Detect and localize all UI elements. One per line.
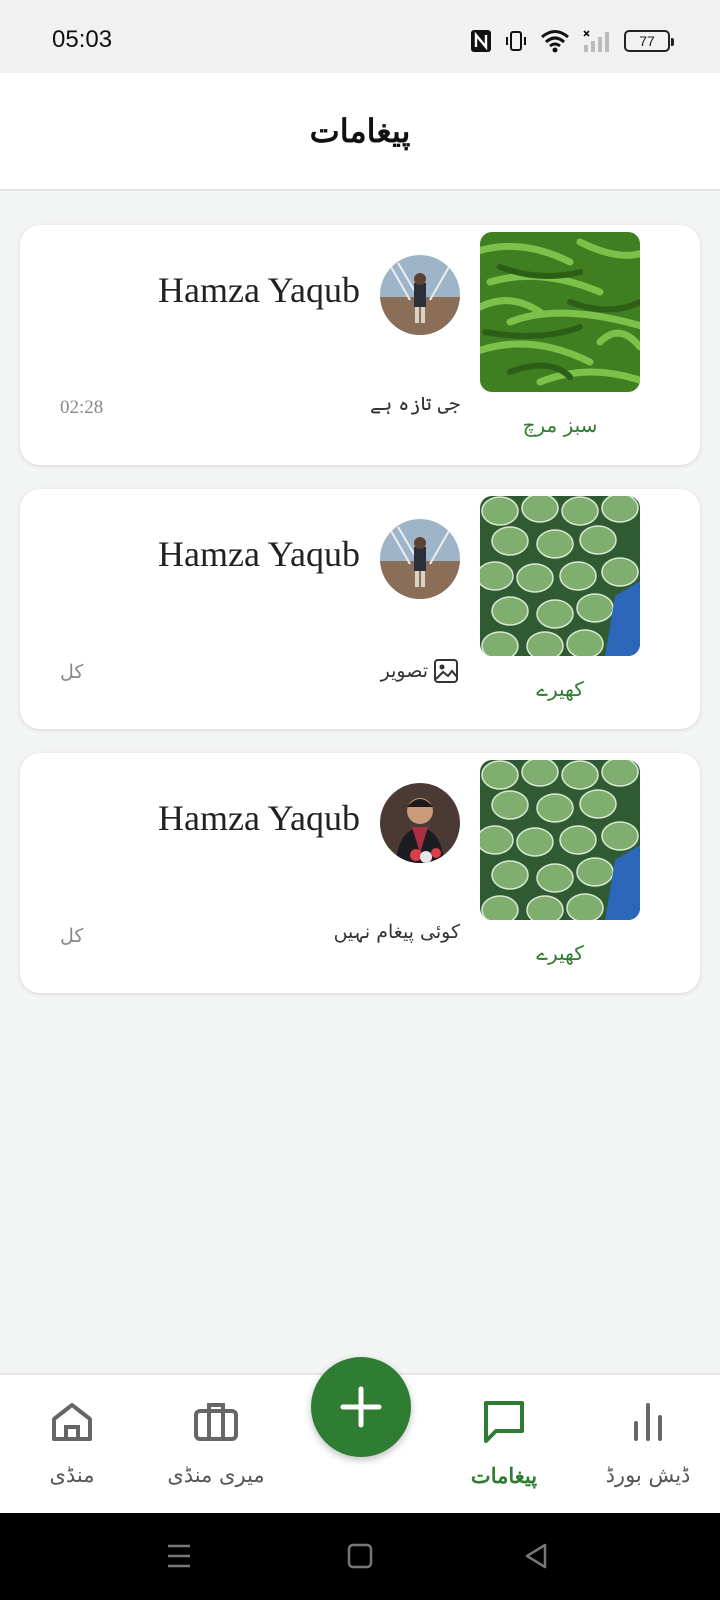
image-icon — [434, 659, 458, 683]
product-name: سبز مرچ — [522, 413, 598, 437]
page-title: پیغامات — [309, 112, 411, 150]
conversation-list: سبز مرچ Hamza Yaqub جی تازہ ہے 02:28 کھی… — [20, 225, 700, 1017]
last-message-text: تصویر — [380, 660, 428, 682]
avatar — [380, 783, 460, 863]
product-image-green-chili — [480, 232, 640, 392]
avatar — [380, 255, 460, 335]
wifi-icon — [541, 30, 569, 53]
system-navigation-bar — [0, 1513, 720, 1600]
contact-name: Hamza Yaqub — [158, 270, 360, 310]
signal-icon — [583, 30, 609, 52]
chat-icon — [484, 1401, 524, 1443]
nav-item-dashboard[interactable]: ڈیش بورڈ — [588, 1375, 708, 1515]
product-image-cucumbers — [480, 760, 640, 920]
add-listing-button[interactable] — [311, 1357, 411, 1457]
message-time: کل — [60, 926, 84, 947]
vibrate-icon — [506, 31, 526, 51]
nav-label: ڈیش بورڈ — [605, 1463, 691, 1487]
product-name: کھیرے — [536, 941, 584, 965]
nav-item-mandi[interactable]: منڈی — [12, 1375, 132, 1515]
conversation-card[interactable]: سبز مرچ Hamza Yaqub جی تازہ ہے 02:28 — [20, 225, 700, 465]
nav-label: میری منڈی — [167, 1463, 265, 1487]
back-icon[interactable] — [523, 1543, 549, 1569]
nav-label: منڈی — [49, 1463, 95, 1487]
nfc-icon — [471, 30, 491, 52]
message-time: 02:28 — [60, 397, 104, 418]
last-message-text: کوئی پیغام نہیں — [333, 921, 460, 943]
recent-apps-icon[interactable] — [166, 1543, 192, 1569]
product-name: کھیرے — [536, 677, 584, 701]
home-icon — [52, 1403, 92, 1441]
last-message: جی تازہ ہے — [370, 393, 460, 415]
nav-label: پیغامات — [470, 1463, 538, 1488]
last-message: تصویر — [381, 657, 460, 685]
battery-icon: 77 — [624, 30, 674, 52]
nav-item-meri-mandi[interactable]: میری منڈی — [156, 1375, 276, 1515]
battery-level: 77 — [639, 33, 655, 49]
avatar — [380, 519, 460, 599]
conversation-card[interactable]: کھیرے Hamza Yaqub کوئی پیغام نہیں کل — [20, 753, 700, 993]
status-time: 05:03 — [52, 26, 113, 53]
contact-name: Hamza Yaqub — [158, 798, 360, 838]
last-message: کوئی پیغام نہیں — [334, 921, 460, 943]
briefcase-icon — [194, 1403, 238, 1441]
last-message-text: جی تازہ ہے — [369, 393, 460, 415]
home-button-icon[interactable] — [347, 1543, 373, 1569]
product-image-cucumbers — [480, 496, 640, 656]
message-time: کل — [60, 662, 84, 683]
conversation-card[interactable]: کھیرے Hamza Yaqub تصویر کل — [20, 489, 700, 729]
app-header: پیغامات — [0, 73, 720, 191]
contact-name: Hamza Yaqub — [158, 534, 360, 574]
status-icons: 77 — [470, 26, 674, 56]
plus-icon — [340, 1386, 382, 1428]
nav-item-messages[interactable]: پیغامات — [444, 1375, 564, 1515]
status-bar: 05:03 77 — [0, 0, 720, 73]
bar-chart-icon — [634, 1403, 662, 1441]
